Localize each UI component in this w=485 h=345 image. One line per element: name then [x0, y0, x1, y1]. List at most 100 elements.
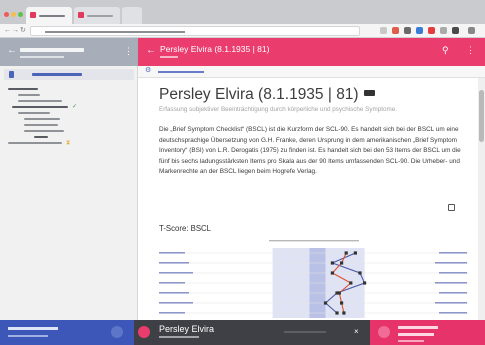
open-external-icon[interactable]: [448, 204, 455, 211]
chart-data-point: [330, 261, 334, 265]
scale-label-left: [159, 282, 185, 284]
close-icon[interactable]: ×: [354, 327, 359, 337]
tree-item[interactable]: [18, 112, 50, 114]
content-scrollbar[interactable]: [478, 78, 485, 320]
bottom-org-panel[interactable]: [370, 320, 485, 345]
scale-label-right: [439, 252, 467, 254]
chart-data-point: [323, 301, 328, 305]
tree-item[interactable]: [24, 118, 60, 120]
header-title: Persley Elvira (8.1.1935 | 81): [160, 44, 270, 54]
chart-data-point: [353, 251, 357, 255]
extension-icon[interactable]: [392, 27, 399, 34]
scale-label-left: [159, 302, 193, 304]
sidebar-selected-item[interactable]: [4, 69, 134, 80]
scale-label-left: [159, 262, 189, 264]
chart-data-point: [330, 271, 334, 275]
extension-icon[interactable]: [380, 27, 387, 34]
id-card-icon[interactable]: [363, 90, 375, 96]
chart-data-point: [342, 311, 346, 315]
user-name: [8, 327, 58, 330]
tree-item[interactable]: [18, 94, 40, 96]
sidebar-selected-label: [32, 73, 82, 76]
intro-paragraph: Die „Brief Symptom Checklist“ (BSCL) ist…: [159, 126, 461, 176]
tree-item[interactable]: [24, 124, 58, 126]
browser-new-tab[interactable]: [122, 7, 142, 24]
scale-label-right: [435, 262, 467, 264]
tab-favicon-icon: [78, 12, 84, 18]
forward-icon[interactable]: →: [12, 27, 19, 35]
url-text: [45, 31, 185, 33]
main-content: Persley Elvira (8.1.1935 | 81) Erfassung…: [138, 78, 478, 320]
browser-tab[interactable]: [74, 7, 120, 24]
patient-explorer-sidebar: ← ⋮ ✓ ⧗: [0, 38, 138, 320]
minimize-window-icon[interactable]: [11, 12, 16, 17]
maximize-window-icon[interactable]: [18, 12, 23, 17]
extension-icon[interactable]: [416, 27, 423, 34]
chart-data-point: [335, 311, 339, 315]
chart-data-point: [337, 291, 341, 295]
scale-label-left: [159, 312, 185, 314]
bottom-patient-panel[interactable]: Persley Elvira ×: [134, 320, 370, 345]
page-title: Persley Elvira (8.1.1935 | 81): [159, 86, 375, 104]
tree-item[interactable]: [8, 142, 62, 144]
browser-menu-icon[interactable]: [468, 27, 475, 34]
browser-tab-active[interactable]: [26, 7, 72, 24]
close-window-icon[interactable]: [4, 12, 9, 17]
page-description: Erfassung subjektiver Beeinträchtigung d…: [159, 106, 398, 113]
org-label: [398, 333, 434, 336]
extension-icon[interactable]: [452, 27, 459, 34]
url-field[interactable]: [30, 26, 360, 36]
tree-item-active[interactable]: [34, 136, 48, 138]
screenshot: ← → ↻ ← ⋮ ✓ ⧗ ← Persley Elvira (8.1.1935…: [0, 0, 485, 345]
reload-icon[interactable]: ↻: [20, 27, 26, 35]
tab-favicon-icon: [30, 12, 36, 18]
faint-label: [284, 331, 326, 333]
arrow-back-icon[interactable]: ←: [146, 46, 156, 56]
tree-item[interactable]: [18, 100, 62, 102]
more-vert-icon[interactable]: ⋮: [466, 45, 475, 55]
breadcrumb-link[interactable]: [158, 71, 204, 73]
chart-data-point: [340, 261, 344, 265]
tree-item[interactable]: [24, 130, 64, 132]
bottom-bar: Persley Elvira ×: [0, 320, 485, 345]
patient-name: Persley Elvira: [159, 324, 215, 334]
avatar: [138, 326, 150, 338]
chart-axis-title: [269, 240, 359, 242]
sidebar-subtitle: [20, 56, 64, 58]
scale-label-right: [435, 282, 467, 284]
breadcrumb: ⚙: [138, 66, 485, 78]
org-label: [398, 326, 438, 329]
t-score-chart: [159, 240, 469, 318]
scale-label-left: [159, 252, 185, 254]
back-icon[interactable]: ←: [4, 27, 11, 35]
header-subtitle: [160, 56, 178, 58]
browser-tab-strip: [0, 0, 485, 24]
tab-label: [87, 15, 113, 17]
page-title-text: Persley Elvira (8.1.1935 | 81): [159, 86, 359, 103]
sidebar-header: ← ⋮: [0, 38, 138, 66]
scale-label-left: [159, 272, 193, 274]
extension-icon[interactable]: [440, 27, 447, 34]
user-detail: [8, 335, 48, 337]
scale-label-right: [439, 272, 467, 274]
bottom-user-panel[interactable]: [0, 320, 134, 345]
scrollbar-thumb[interactable]: [479, 90, 484, 142]
tab-label: [39, 15, 65, 17]
more-vert-icon[interactable]: ⋮: [124, 46, 133, 57]
search-icon[interactable]: ⚲: [442, 45, 449, 55]
sidebar-title: [20, 48, 84, 52]
scale-label-left: [159, 292, 189, 294]
patient-detail: [159, 336, 199, 338]
scale-label-right: [439, 312, 467, 314]
chart-data-point: [349, 281, 353, 285]
scale-label-right: [439, 292, 467, 294]
arrow-back-icon[interactable]: ←: [7, 46, 17, 56]
chart-data-point: [340, 301, 344, 305]
tree-item[interactable]: [12, 106, 68, 108]
tree-item[interactable]: [8, 88, 38, 90]
hourglass-icon: ⧗: [66, 140, 71, 146]
extension-icon[interactable]: [404, 27, 411, 34]
chart-data-point: [363, 281, 367, 285]
extension-icon[interactable]: [428, 27, 435, 34]
window-controls: [4, 4, 25, 22]
